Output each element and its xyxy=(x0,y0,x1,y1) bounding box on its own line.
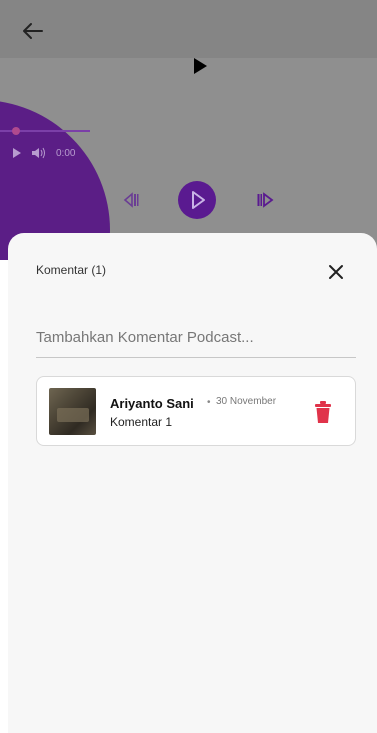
top-bar xyxy=(0,0,377,58)
close-icon[interactable] xyxy=(325,261,347,283)
comments-title: Komentar (1) xyxy=(36,263,107,277)
arrow-left-icon[interactable] xyxy=(18,16,48,46)
skip-previous-icon[interactable] xyxy=(118,189,140,211)
podcast-player-background: 0:00 xyxy=(0,0,377,260)
playback-controls xyxy=(0,178,377,222)
mini-play-icon[interactable] xyxy=(12,148,22,158)
play-circle-icon xyxy=(192,191,205,209)
comment-card: Ariyanto Sani • 30 November Komentar 1 xyxy=(36,376,356,446)
comment-author: Ariyanto Sani xyxy=(110,396,194,411)
trash-icon[interactable] xyxy=(315,401,331,423)
add-comment-input[interactable] xyxy=(36,317,356,358)
comment-date: 30 November xyxy=(216,396,277,407)
avatar xyxy=(49,388,96,435)
comment-separator: • xyxy=(207,397,211,408)
audio-time: 0:00 xyxy=(56,147,76,159)
skip-next-icon[interactable] xyxy=(256,189,278,211)
volume-icon[interactable] xyxy=(32,147,46,159)
play-button[interactable] xyxy=(178,181,216,219)
comment-text: Komentar 1 xyxy=(110,415,173,429)
comments-bottom-sheet: Komentar (1) Ariyanto Sani • 30 November… xyxy=(8,233,377,733)
play-icon[interactable] xyxy=(192,57,208,75)
audio-progress-bar[interactable] xyxy=(0,127,90,135)
audio-mini-controls: 0:00 xyxy=(12,143,75,163)
